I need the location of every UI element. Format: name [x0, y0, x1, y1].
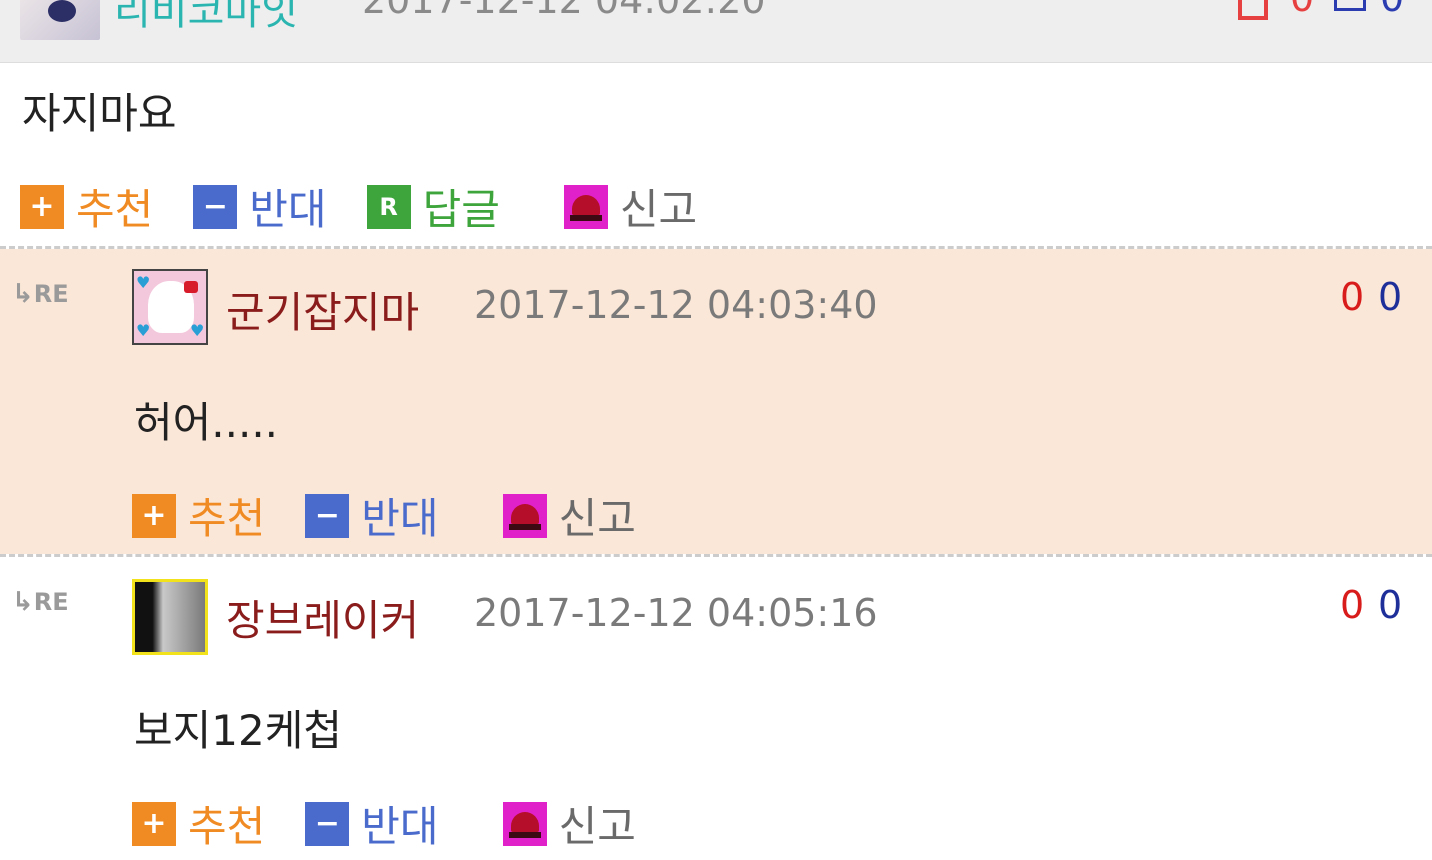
- rec-count: 0: [1340, 275, 1365, 319]
- author-name[interactable]: 장브레이커: [226, 587, 419, 648]
- siren-icon: [563, 184, 608, 229]
- oppose-button[interactable]: − 반대: [193, 176, 327, 237]
- minus-icon: −: [193, 184, 238, 229]
- report-label: 신고: [558, 802, 636, 851]
- comment-actions: + 추천 − 반대 신고: [132, 485, 676, 546]
- report-button[interactable]: 신고: [502, 793, 636, 854]
- reply-arrow-icon: ↳: [12, 279, 34, 309]
- report-label: 신고: [619, 185, 698, 234]
- reply-marker: ↳RE: [12, 279, 69, 309]
- siren-icon: [502, 493, 547, 538]
- opp-count: 0: [1378, 275, 1403, 319]
- author-name[interactable]: 군기잡지마: [226, 279, 419, 340]
- plus-icon: +: [132, 801, 176, 846]
- thumb-icon: [1334, 0, 1366, 11]
- reply-label: 답글: [422, 185, 500, 234]
- oppose-label: 반대: [361, 802, 439, 851]
- oppose-button[interactable]: − 반대: [305, 485, 439, 546]
- comment-text: 자지마요: [22, 89, 177, 138]
- timestamp: 2017-12-12 04:03:40: [474, 283, 878, 327]
- list-item: ↳RE ♥ ♥ ♥ 군기잡지마 2017-12-12 04:03:40 0 0 …: [0, 249, 1432, 554]
- recommend-button[interactable]: + 추천: [132, 485, 265, 546]
- report-button[interactable]: 신고: [563, 176, 698, 237]
- reply-button[interactable]: R 답글: [366, 176, 500, 237]
- reply-icon: R: [366, 184, 411, 229]
- comment-text: 허어.....: [134, 398, 279, 447]
- opp-count: 0: [1380, 0, 1404, 20]
- comment-actions: + 추천 − 반대 R 답글 신고: [20, 176, 737, 237]
- avatar[interactable]: [20, 0, 100, 40]
- opp-count: 0: [1378, 583, 1403, 627]
- recommend-button[interactable]: + 추천: [20, 176, 153, 237]
- siren-icon: [502, 801, 547, 846]
- recommend-label: 추천: [188, 494, 266, 543]
- minus-icon: −: [305, 801, 350, 846]
- comment-text: 보지12케첩: [134, 706, 343, 755]
- minus-icon: −: [305, 493, 350, 538]
- recommend-label: 추천: [76, 185, 154, 234]
- avatar[interactable]: [132, 579, 208, 655]
- reply-marker: ↳RE: [12, 587, 69, 617]
- author-name[interactable]: 리비코마잇: [114, 0, 298, 36]
- timestamp: 2017-12-12 04:05:16: [474, 591, 878, 635]
- report-label: 신고: [558, 494, 636, 543]
- comment-header: 리비코마잇 2017-12-12 04:02:20 0 0: [0, 0, 1432, 63]
- plus-icon: +: [20, 184, 64, 229]
- plus-icon: +: [132, 493, 176, 538]
- recommend-button[interactable]: + 추천: [132, 793, 265, 854]
- avatar[interactable]: ♥ ♥ ♥: [132, 269, 208, 345]
- oppose-label: 반대: [249, 185, 327, 234]
- rec-count: 0: [1340, 583, 1365, 627]
- list-item: ↳RE 장브레이커 2017-12-12 04:05:16 0 0 보지12케첩…: [0, 557, 1432, 860]
- timestamp: 2017-12-12 04:02:20: [362, 0, 766, 22]
- rec-count: 0: [1290, 0, 1314, 20]
- document-icon: [1238, 0, 1268, 20]
- recommend-label: 추천: [188, 802, 266, 851]
- oppose-button[interactable]: − 반대: [305, 793, 439, 854]
- reply-arrow-icon: ↳: [12, 587, 34, 617]
- report-button[interactable]: 신고: [502, 485, 636, 546]
- oppose-label: 반대: [361, 494, 439, 543]
- comment-actions: + 추천 − 반대 신고: [132, 793, 676, 854]
